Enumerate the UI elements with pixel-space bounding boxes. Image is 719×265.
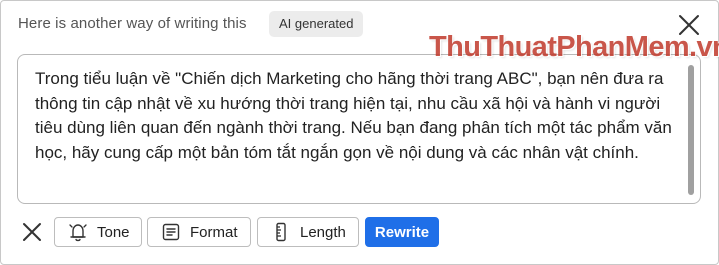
close-icon [679,15,699,35]
rewritten-text: Trong tiểu luận về "Chiến dịch Marketing… [35,69,672,162]
format-icon [160,221,182,243]
tone-label: Tone [97,223,130,241]
length-label: Length [300,223,346,241]
format-button[interactable]: Format [147,217,251,247]
rewritten-text-box[interactable]: Trong tiểu luận về "Chiến dịch Marketing… [17,54,701,204]
rewrite-label: Rewrite [374,223,430,241]
tone-button[interactable]: Tone [54,217,142,247]
panel-title: Here is another way of writing this [18,15,247,32]
bell-icon [67,221,89,243]
length-button[interactable]: Length [257,217,359,247]
close-button[interactable] [677,13,701,37]
scrollbar[interactable] [688,65,694,195]
toolbar: Tone Format Length Rewrite [1,215,719,249]
format-label: Format [190,223,238,241]
discard-button[interactable] [21,221,43,243]
ai-generated-badge: AI generated [269,11,364,37]
ruler-icon [270,221,292,243]
scrollbar-thumb[interactable] [688,65,694,195]
rewrite-button[interactable]: Rewrite [365,217,439,247]
close-icon [23,223,41,241]
rewrite-panel: Here is another way of writing this AI g… [0,0,719,265]
